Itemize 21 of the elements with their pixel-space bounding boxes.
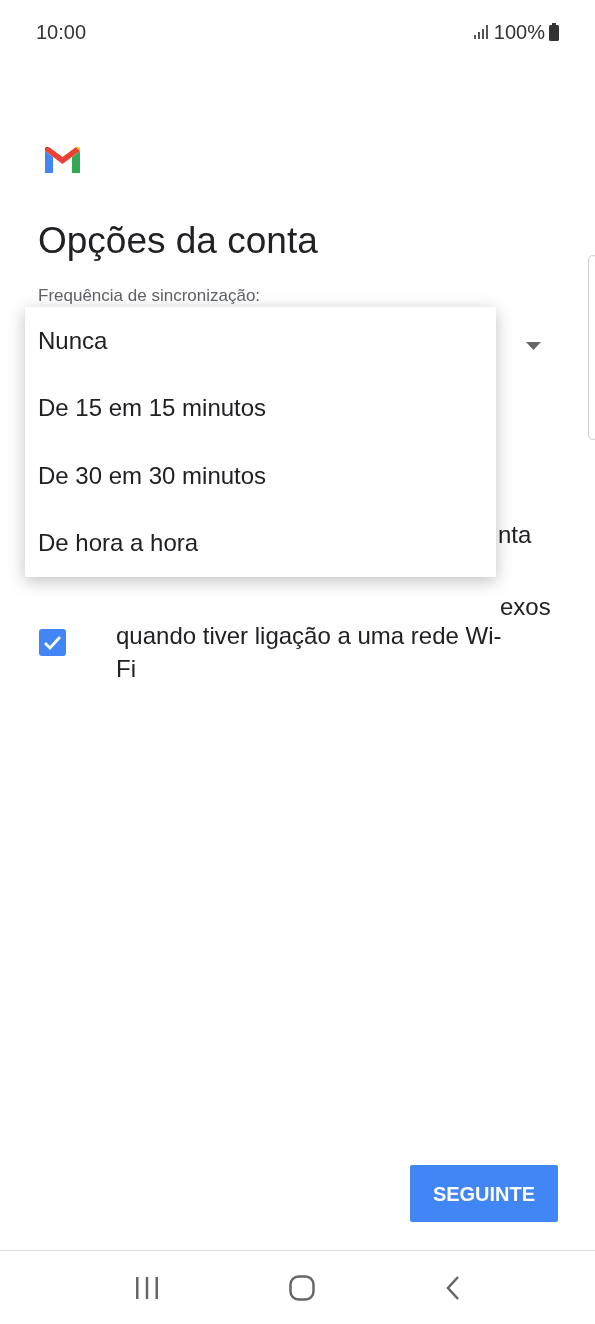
next-button[interactable]: SEGUINTE: [410, 1165, 558, 1222]
signal-icon: [473, 25, 490, 39]
field-label: Frequência de sincronização:: [37, 285, 262, 307]
text-fragment: nta: [498, 519, 532, 550]
dropdown-arrow-icon: [526, 341, 541, 350]
menu-item[interactable]: De 15 em 15 minutos: [25, 374, 496, 442]
back-icon[interactable]: [445, 1275, 460, 1300]
mail-logo-icon: [45, 147, 80, 173]
menu-item[interactable]: Nunca: [25, 307, 496, 375]
checkbox-label: quando tiver ligação a uma rede Wi-Fi: [116, 620, 503, 684]
menu-item[interactable]: De 30 em 30 minutos: [25, 442, 496, 510]
status-time: 10:00: [36, 20, 87, 45]
checkbox[interactable]: [39, 628, 66, 656]
battery-icon: [549, 23, 559, 41]
checkmark-icon: [43, 634, 62, 650]
battery-percent: 100%: [493, 20, 545, 45]
menu-item[interactable]: De hora a hora: [25, 509, 496, 577]
recent-apps-icon[interactable]: [135, 1276, 160, 1299]
home-icon[interactable]: [289, 1274, 316, 1301]
page-title: Opções da conta: [37, 219, 319, 263]
text-fragment: exos: [500, 591, 551, 622]
